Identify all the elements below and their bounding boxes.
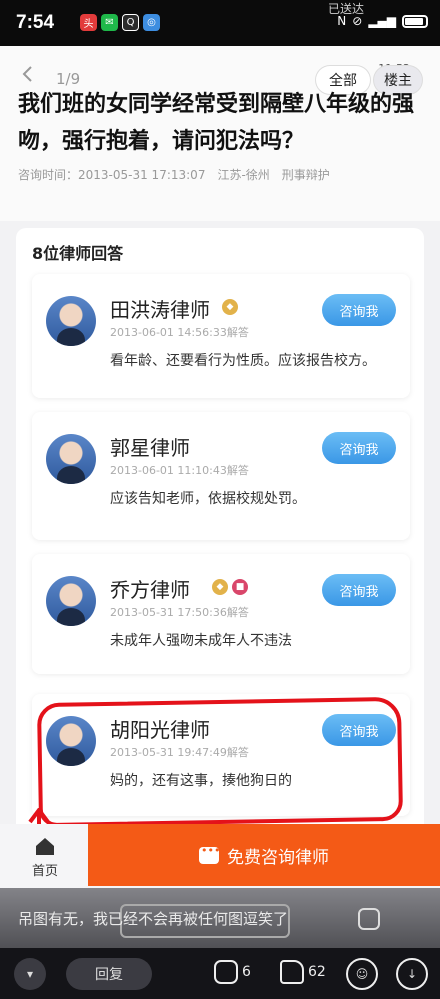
emoji-icon[interactable]: [358, 908, 380, 930]
red-badge-icon: ■: [232, 579, 248, 595]
lawyer-name: 郭星律师: [110, 436, 190, 460]
status-right-icons: N ⊘ ▂▄▆: [337, 14, 428, 28]
free-consult-label: 免费咨询律师: [227, 847, 329, 868]
lawyer-card[interactable]: 乔方律师 ◆ ■ 2013-05-31 17:50:36解答 咨询我 未成年人强…: [32, 554, 410, 674]
question-category: 刑事辩护: [281, 168, 330, 182]
free-consult-button[interactable]: 免费咨询律师: [88, 824, 440, 886]
consult-button[interactable]: 咨询我: [322, 574, 396, 606]
question-location: 江苏-徐州: [217, 168, 270, 182]
comment-text: 吊图有无，我已经不会再被任何图逗笑了: [18, 910, 289, 928]
lawyer-card[interactable]: 郭星律师 2013-06-01 11:10:43解答 咨询我 应该告知老师，依据…: [32, 412, 410, 540]
question-header: 1/9 11:52 全部 楼主 我们班的女同学经常受到隔壁八年级的强吻，强行抱着…: [0, 46, 440, 221]
question-title: 我们班的女同学经常受到隔壁八年级的强吻，强行抱着，请问犯法吗？: [18, 92, 415, 154]
answer-time: 2013-05-31 17:50:36解答: [110, 606, 249, 619]
status-time: 7:54: [16, 12, 55, 33]
question-meta: 咨询时间：2013-05-31 17:13:07 江苏-徐州 刑事辩护: [18, 166, 330, 183]
thumbs-up-icon: [280, 960, 304, 984]
home-icon: [36, 838, 54, 855]
qq-icon: Q: [122, 14, 139, 31]
browser-icon: ◎: [143, 14, 160, 31]
reply-button[interactable]: 回复: [66, 958, 152, 990]
wechat-icon: ✉: [101, 14, 118, 31]
consult-button[interactable]: 咨询我: [322, 432, 396, 464]
comment-count-value: 6: [242, 964, 251, 980]
lawyer-name: 田洪涛律师: [110, 298, 210, 322]
answer-time: 2013-06-01 14:56:33解答: [110, 326, 249, 339]
red-highlight-circle: [36, 696, 404, 828]
question-time: 咨询时间：2013-05-31 17:13:07: [18, 168, 206, 182]
status-app-icons: 头 ✉ Q ◎: [80, 14, 160, 31]
chevron-down-icon: ▾: [26, 967, 34, 981]
collapse-button[interactable]: ▾: [14, 958, 46, 990]
add-emoji-button[interactable]: ☺: [346, 958, 378, 990]
back-icon[interactable]: [18, 64, 38, 84]
gold-badge-icon: ◆: [222, 299, 238, 315]
avatar: [46, 434, 96, 484]
avatar: [46, 576, 96, 626]
home-tab[interactable]: 首页: [20, 836, 70, 879]
lawyer-card[interactable]: 田洪涛律师 ◆ 2013-06-01 14:56:33解答 咨询我 看年龄、还要…: [32, 274, 410, 398]
avatar: [46, 296, 96, 346]
consult-button[interactable]: 咨询我: [322, 294, 396, 326]
answers-heading: 8位律师回答: [32, 244, 124, 263]
status-bar: 7:54 头 ✉ Q ◎ 已送达 N ⊘ ▂▄▆: [0, 0, 440, 46]
smile-plus-icon: ☺: [355, 967, 369, 981]
nfc-icon: N: [337, 14, 347, 28]
answer-text: 看年龄、还要看行为性质。应该报告校方。: [110, 353, 376, 369]
home-tab-label: 首页: [31, 864, 58, 879]
bottom-nav: 首页 免费咨询律师: [0, 824, 440, 888]
comment-icon: [214, 960, 238, 984]
download-button[interactable]: ↓: [396, 958, 428, 990]
like-count[interactable]: 62: [280, 960, 326, 984]
chat-icon: [199, 844, 220, 864]
signal-icon: ▂▄▆: [368, 14, 396, 28]
comment-action-bar: ▾ 回复 6 62 ☺ ↓: [0, 948, 440, 999]
news-app-icon: 头: [80, 14, 97, 31]
download-icon: ↓: [406, 967, 418, 981]
battery-icon: [402, 14, 428, 28]
mute-icon: ⊘: [352, 14, 363, 28]
comment-count[interactable]: 6: [214, 960, 251, 984]
gold-badge-icon: ◆: [212, 579, 228, 595]
answer-text: 应该告知老师，依据校规处罚。: [110, 491, 306, 507]
like-count-value: 62: [308, 964, 326, 980]
answer-time: 2013-06-01 11:10:43解答: [110, 464, 249, 477]
answer-text: 未成年人强吻未成年人不违法: [110, 633, 292, 649]
lawyer-name: 乔方律师: [110, 578, 190, 602]
